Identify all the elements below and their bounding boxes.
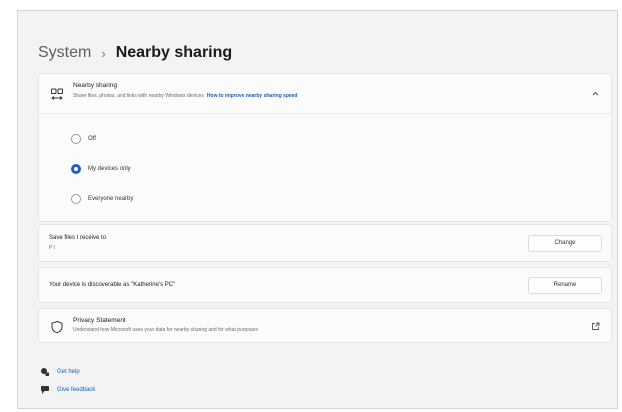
discoverable-label: Your device is discoverable as "Katherin…	[49, 282, 176, 288]
privacy-title: Privacy Statement	[73, 317, 126, 324]
shield-icon	[51, 320, 63, 334]
nearby-sharing-title: Nearby sharing	[73, 82, 118, 89]
breadcrumb-separator: ›	[101, 45, 106, 61]
nearby-sharing-header[interactable]: Nearby sharing Share files, photos, and …	[39, 74, 611, 114]
privacy-statement-card[interactable]: Privacy Statement Understand how Microso…	[38, 308, 612, 343]
nearby-sharing-description: Share files, photos, and links with near…	[73, 93, 297, 99]
save-files-label: Save files I receive to	[49, 235, 107, 241]
option-off[interactable]: Off	[71, 124, 133, 154]
radio-everyone-nearby[interactable]	[71, 194, 81, 204]
radio-label-off: Off	[88, 136, 96, 142]
get-help-label: Get help	[57, 369, 80, 375]
option-my-devices-only[interactable]: My devices only	[71, 154, 133, 184]
change-button[interactable]: Change	[528, 235, 602, 252]
page-title: Nearby sharing	[115, 44, 233, 61]
sharing-options: Off My devices only Everyone nearby	[71, 124, 133, 214]
get-help-link[interactable]: Get help	[40, 363, 95, 381]
breadcrumb-system-link[interactable]: System	[38, 44, 91, 62]
external-link-icon[interactable]	[591, 322, 600, 331]
breadcrumb: System › Nearby sharing	[38, 42, 232, 64]
improve-speed-link[interactable]: How to improve nearby sharing speed	[207, 93, 298, 99]
radio-label-my-devices-only: My devices only	[88, 166, 131, 172]
chevron-up-icon[interactable]	[592, 90, 599, 97]
discoverable-card: Your device is discoverable as "Katherin…	[38, 267, 612, 303]
radio-label-everyone-nearby: Everyone nearby	[88, 196, 134, 202]
help-links: Get help Give feedback	[40, 363, 95, 399]
privacy-description: Understand how Microsoft uses your data …	[73, 327, 258, 333]
nearby-sharing-description-text: Share files, photos, and links with near…	[73, 93, 204, 99]
get-help-icon	[41, 368, 49, 376]
give-feedback-icon	[41, 386, 49, 394]
nearby-sharing-icon	[51, 88, 63, 100]
nearby-sharing-card: Nearby sharing Share files, photos, and …	[38, 73, 612, 222]
rename-button[interactable]: Rename	[528, 277, 602, 294]
save-files-card: Save files I receive to P:\ Change	[38, 224, 612, 262]
radio-off[interactable]	[71, 134, 81, 144]
give-feedback-link[interactable]: Give feedback	[40, 381, 95, 399]
option-everyone-nearby[interactable]: Everyone nearby	[71, 184, 133, 214]
save-files-path: P:\	[49, 245, 56, 251]
radio-my-devices-only[interactable]	[71, 164, 81, 174]
give-feedback-label: Give feedback	[57, 387, 96, 393]
settings-window: System › Nearby sharing Nearby sharing S…	[17, 10, 618, 409]
